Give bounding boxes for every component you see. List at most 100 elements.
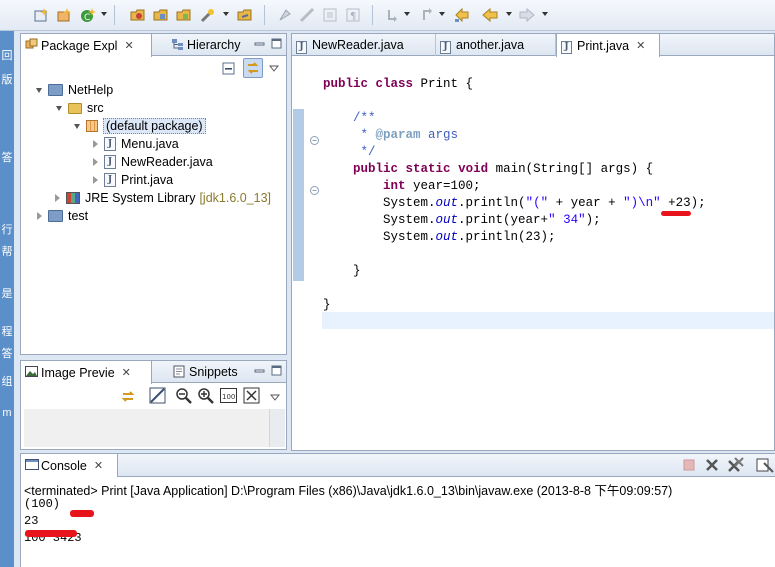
collapsed-arrow-icon[interactable]	[51, 194, 63, 202]
tree-item-default-package[interactable]: (default package)	[71, 117, 206, 135]
tree-item-menu-java[interactable]: J Menu.java	[89, 135, 179, 153]
package-explorer-icon	[25, 38, 38, 51]
dropdown-arrow-icon[interactable]	[404, 12, 410, 16]
current-line-highlight	[322, 312, 774, 329]
vertical-scrollbar[interactable]	[269, 409, 285, 447]
code-line: int year=100;	[383, 179, 481, 193]
next-annotation-icon[interactable]	[384, 6, 402, 24]
view-menu-icon[interactable]	[269, 391, 281, 405]
collapse-all-icon[interactable]	[221, 60, 237, 76]
tree-item-print-java[interactable]: J Print.java	[89, 171, 173, 189]
collapsed-arrow-icon[interactable]	[33, 212, 45, 220]
fold-toggle-icon[interactable]: −	[310, 186, 319, 195]
view-menu-icon[interactable]	[268, 62, 280, 76]
expanded-arrow-icon[interactable]	[53, 105, 65, 111]
open-resource-icon[interactable]	[175, 6, 193, 24]
collapsed-arrow-icon[interactable]	[89, 158, 101, 166]
new-wizard-icon[interactable]	[32, 6, 50, 24]
new-package-icon[interactable]	[55, 6, 73, 24]
tab-console[interactable]: Console ✕	[20, 454, 118, 477]
forward-arrow-icon[interactable]	[518, 6, 536, 24]
dropdown-arrow-icon[interactable]	[506, 12, 512, 16]
tab-label: Snippets	[189, 365, 238, 379]
zoom-out-icon[interactable]	[175, 387, 193, 408]
block-selection-icon[interactable]	[298, 6, 316, 24]
run-tool-icon[interactable]	[199, 6, 217, 24]
maximize-icon[interactable]	[271, 365, 282, 376]
expanded-arrow-icon[interactable]	[71, 123, 83, 129]
code-line: * @param args	[323, 128, 459, 142]
tree-item-src[interactable]: src	[53, 99, 104, 117]
tab-hierarchy[interactable]: Hierarchy	[167, 34, 257, 56]
strip-text: 程	[1, 326, 13, 338]
tab-label: another.java	[456, 38, 525, 52]
dropdown-arrow-icon[interactable]	[542, 12, 548, 16]
svg-text:100: 100	[222, 393, 235, 401]
close-icon[interactable]: ✕	[122, 366, 131, 379]
strip-text: m	[2, 407, 12, 419]
remove-launch-icon[interactable]	[705, 458, 719, 475]
tree-item-newreader-java[interactable]: J NewReader.java	[89, 153, 213, 171]
tree-item-nethelp[interactable]: NetHelp	[33, 81, 113, 99]
code-line: System.out.println("(" + year + ")\n" +2…	[323, 196, 706, 210]
snippets-icon	[173, 365, 186, 378]
close-icon[interactable]: ✕	[124, 39, 133, 52]
tab-another-java[interactable]: J another.java	[436, 34, 556, 56]
svg-text:¶: ¶	[350, 11, 356, 22]
java-editor: J NewReader.java J another.java J Print.…	[291, 33, 775, 451]
toggle-mark-occurrences-icon[interactable]	[276, 6, 294, 24]
collapsed-arrow-icon[interactable]	[89, 176, 101, 184]
fold-toggle-icon[interactable]: −	[310, 136, 319, 145]
dropdown-arrow-icon[interactable]	[101, 12, 107, 16]
tree-item-test[interactable]: test	[33, 207, 88, 225]
main-toolbar: C ¶	[0, 0, 775, 31]
expanded-arrow-icon[interactable]	[33, 87, 45, 93]
svg-text:C: C	[84, 13, 90, 23]
red-underline-mark	[661, 211, 691, 216]
open-type-icon[interactable]	[129, 6, 147, 24]
tab-package-explorer[interactable]: Package Expl ✕	[20, 34, 152, 57]
java-file-icon: J	[561, 38, 574, 54]
previous-annotation-icon[interactable]	[419, 6, 437, 24]
tree-item-jre-system-library[interactable]: JRE System Library [jdk1.6.0_13]	[51, 189, 271, 207]
tab-newreader-java[interactable]: J NewReader.java	[292, 34, 436, 56]
collapsed-arrow-icon[interactable]	[89, 140, 101, 148]
open-task-icon[interactable]	[152, 6, 170, 24]
zoom-in-icon[interactable]	[197, 387, 215, 408]
link-with-editor-icon[interactable]	[120, 388, 136, 407]
package-icon	[86, 120, 98, 132]
show-whitespace-icon[interactable]	[321, 6, 339, 24]
maximize-icon[interactable]	[271, 38, 282, 49]
pilcrow-icon[interactable]: ¶	[344, 6, 362, 24]
minimize-icon[interactable]	[254, 38, 265, 49]
link-with-editor-icon[interactable]	[243, 58, 263, 78]
clear-console-icon[interactable]	[756, 457, 774, 476]
dropdown-arrow-icon[interactable]	[223, 12, 229, 16]
image-icon	[25, 365, 38, 378]
strip-text: 回	[1, 50, 13, 62]
close-icon[interactable]: ✕	[94, 459, 103, 472]
tab-image-preview[interactable]: Image Previe ✕	[20, 361, 152, 384]
close-icon[interactable]: ✕	[636, 39, 645, 52]
code-line: /**	[353, 111, 376, 125]
project-icon	[48, 210, 63, 222]
strip-text: 答	[1, 152, 13, 164]
search-folder-icon[interactable]	[236, 6, 254, 24]
new-class-icon[interactable]: C	[79, 6, 97, 24]
last-edit-location-icon[interactable]	[453, 6, 471, 24]
java-file-icon: J	[440, 38, 453, 54]
dropdown-arrow-icon[interactable]	[439, 12, 445, 16]
tree-item-label: Print.java	[121, 173, 174, 187]
fit-window-icon[interactable]	[243, 387, 261, 408]
fit-image-icon[interactable]	[149, 387, 167, 408]
actual-size-icon[interactable]: 100	[220, 388, 238, 407]
terminate-icon[interactable]	[683, 459, 695, 474]
tab-print-java[interactable]: J Print.java ✕	[556, 34, 660, 57]
back-arrow-icon[interactable]	[481, 6, 499, 24]
strip-text: 帮	[1, 246, 13, 258]
minimize-icon[interactable]	[254, 365, 265, 376]
remove-all-terminated-icon[interactable]	[727, 457, 745, 476]
console-tabbar: Console ✕	[20, 454, 775, 477]
tree-item-label: NewReader.java	[121, 155, 213, 169]
tab-snippets[interactable]: Snippets	[169, 361, 253, 383]
